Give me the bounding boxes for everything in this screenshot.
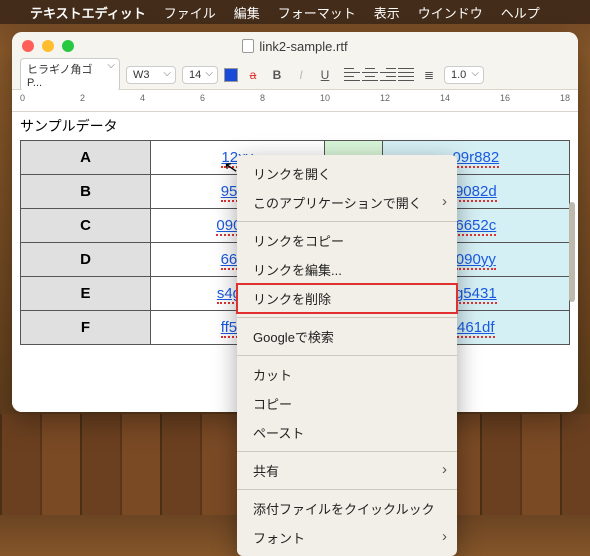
context-item[interactable]: Googleで検索: [237, 322, 457, 351]
list-button[interactable]: ≣: [420, 66, 438, 84]
align-left-button[interactable]: [344, 68, 360, 82]
ruler[interactable]: 0 2 4 6 8 10 12 14 16 18: [12, 90, 578, 112]
italic-button[interactable]: I: [292, 66, 310, 84]
hyperlink[interactable]: g5431: [455, 285, 497, 304]
context-menu: リンクを開くこのアプリケーションで開くリンクをコピーリンクを編集...リンクを削…: [237, 155, 457, 556]
context-item[interactable]: 共有: [237, 456, 457, 485]
menu-file[interactable]: ファイル: [164, 3, 216, 22]
close-button[interactable]: [22, 40, 34, 52]
doc-heading: サンプルデータ: [20, 112, 570, 140]
context-item[interactable]: カット: [237, 360, 457, 389]
hyperlink[interactable]: 6652c: [455, 217, 496, 236]
menu-view[interactable]: 表示: [374, 3, 400, 22]
context-separator: [237, 317, 457, 318]
titlebar: link2-sample.rtf: [12, 32, 578, 60]
scrollbar[interactable]: [569, 202, 575, 302]
text-color-swatch[interactable]: [224, 68, 238, 82]
line-spacing-select[interactable]: 1.0: [444, 66, 484, 84]
align-center-button[interactable]: [362, 68, 378, 82]
row-header: F: [21, 311, 151, 345]
menu-edit[interactable]: 編集: [234, 3, 260, 22]
font-size-select[interactable]: 14: [182, 66, 218, 84]
context-separator: [237, 221, 457, 222]
hyperlink[interactable]: 461df: [457, 319, 495, 338]
context-item[interactable]: コピー: [237, 389, 457, 418]
align-justify-button[interactable]: [398, 68, 414, 82]
context-item[interactable]: リンクを編集...: [237, 255, 457, 284]
context-item[interactable]: リンクを削除: [237, 284, 457, 313]
minimize-button[interactable]: [42, 40, 54, 52]
document-icon: [242, 39, 254, 53]
context-item[interactable]: 添付ファイルをクイックルック: [237, 494, 457, 523]
context-separator: [237, 489, 457, 490]
menu-window[interactable]: ウインドウ: [418, 3, 483, 22]
format-toolbar: ヒラギノ角ゴ P... W3 14 a B I U ≣ 1.0: [12, 60, 578, 90]
align-group: [344, 68, 414, 82]
menu-help[interactable]: ヘルプ: [501, 3, 540, 22]
context-separator: [237, 355, 457, 356]
row-header: B: [21, 175, 151, 209]
hyperlink[interactable]: 09r882: [452, 149, 499, 168]
hyperlink[interactable]: 9082d: [455, 183, 497, 202]
row-header: C: [21, 209, 151, 243]
align-right-button[interactable]: [380, 68, 396, 82]
macos-menubar: テキストエディット ファイル 編集 フォーマット 表示 ウインドウ ヘルプ: [0, 0, 590, 24]
traffic-lights: [22, 40, 74, 52]
zoom-button[interactable]: [62, 40, 74, 52]
row-header: E: [21, 277, 151, 311]
strike-button[interactable]: a: [244, 66, 262, 84]
menu-format[interactable]: フォーマット: [278, 3, 356, 22]
row-header: A: [21, 141, 151, 175]
context-item[interactable]: リンクをコピー: [237, 226, 457, 255]
row-header: D: [21, 243, 151, 277]
app-name[interactable]: テキストエディット: [30, 3, 146, 22]
context-item[interactable]: フォント: [237, 523, 457, 552]
context-item[interactable]: ペースト: [237, 418, 457, 447]
context-separator: [237, 451, 457, 452]
context-item[interactable]: このアプリケーションで開く: [237, 188, 457, 217]
bold-button[interactable]: B: [268, 66, 286, 84]
window-title: link2-sample.rtf: [259, 39, 347, 54]
underline-button[interactable]: U: [316, 66, 334, 84]
font-family-select[interactable]: ヒラギノ角ゴ P...: [20, 58, 120, 92]
hyperlink[interactable]: 090yy: [456, 251, 496, 270]
context-item[interactable]: リンクを開く: [237, 159, 457, 188]
font-weight-select[interactable]: W3: [126, 66, 176, 84]
